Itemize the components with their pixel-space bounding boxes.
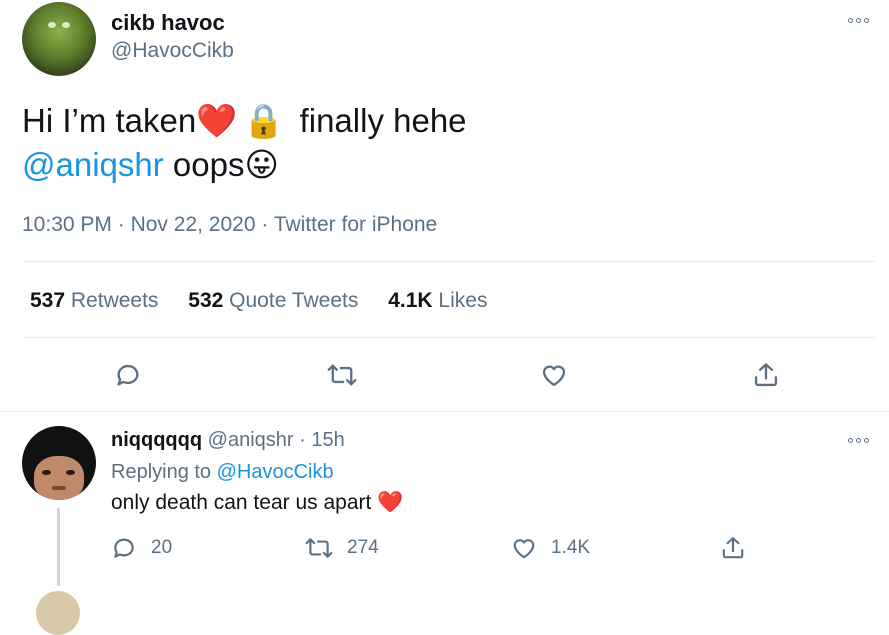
replying-to-label: Replying to [111,461,212,483]
reply-count: 20 [151,537,173,558]
share-icon [754,363,778,387]
tweet-body-line2: @aniqshr oops😛 [22,143,279,187]
reply-author-handle[interactable]: @aniqshr [208,429,294,451]
reply-reply-button[interactable]: 20 [111,535,172,561]
reply-retweet-button[interactable]: 274 [305,535,379,561]
quotes-label: Quote Tweets [229,289,359,312]
replying-to: Replying to @HavocCikb [111,461,334,484]
tweet-text-line1: Hi I’m taken [22,102,197,139]
quotes-stat[interactable]: 532 Quote Tweets [188,289,364,312]
like-button[interactable] [536,357,572,393]
retweets-stat[interactable]: 537 Retweets [30,289,164,312]
tweet-text-line1-tail: finally hehe [299,102,467,139]
reply-separator: · [299,429,306,451]
author-avatar[interactable] [22,2,96,76]
likes-stat[interactable]: 4.1K Likes [388,289,487,312]
meta-separator: · [261,213,269,236]
reply-icon [114,538,134,558]
retweet-icon [327,364,357,386]
author-handle[interactable]: @HavocCikb [111,39,234,63]
likes-count: 4.1K [388,289,433,312]
retweet-button[interactable] [324,357,360,393]
heart-emoji-icon: ❤️ [196,102,238,139]
likes-label: Likes [438,289,488,312]
reply-author-avatar[interactable] [22,426,96,500]
reply-author-name[interactable]: niqqqqqq [111,429,202,451]
retweets-count: 537 [30,289,66,312]
tweet-meta: 10:30 PM · Nov 22, 2020 · Twitter for iP… [22,213,437,237]
thread-line [57,508,60,586]
retweets-label: Retweets [70,289,159,312]
like-icon [513,539,535,559]
tongue-emoji-icon: 😛 [244,146,279,183]
author-name[interactable]: cikb havoc [111,10,225,36]
quotes-count: 532 [188,289,224,312]
tweet-body: Hi I’m taken❤️ 🔒 finally hehe [22,99,467,143]
reply-body: only death can tear us apart [111,491,372,514]
reply-icon [117,364,139,386]
tweet-stats: 537 Retweets 532 Quote Tweets 4.1K Likes [30,289,487,313]
more-icon[interactable] [848,14,874,26]
tweet-date[interactable]: Nov 22, 2020 [131,213,256,236]
share-icon [722,537,744,559]
retweet-count: 274 [347,537,379,558]
divider [22,261,875,262]
reply-header: niqqqqqq @aniqshr · 15h [111,429,345,452]
reply-share-button[interactable] [720,535,746,566]
replying-to-handle[interactable]: @HavocCikb [217,461,334,483]
tweet-text-line2: oops [172,146,245,183]
more-icon[interactable] [848,434,874,446]
reply-like-button[interactable]: 1.4K [511,535,590,561]
like-count: 1.4K [551,537,591,558]
share-button[interactable] [748,357,784,393]
tweet-time[interactable]: 10:30 PM [22,213,112,236]
reply-age[interactable]: 15h [311,429,344,451]
like-icon [542,365,566,387]
reply-button[interactable] [110,357,146,393]
divider [22,337,875,338]
retweet-icon [305,538,333,558]
tweet-source[interactable]: Twitter for iPhone [274,213,437,236]
divider [0,411,889,412]
reply-text: only death can tear us apart ❤️ [111,491,403,515]
heart-emoji-icon: ❤️ [377,491,404,514]
mention-link[interactable]: @aniqshr [22,146,164,183]
meta-separator: · [117,213,125,236]
lock-emoji-icon: 🔒 [243,102,285,139]
